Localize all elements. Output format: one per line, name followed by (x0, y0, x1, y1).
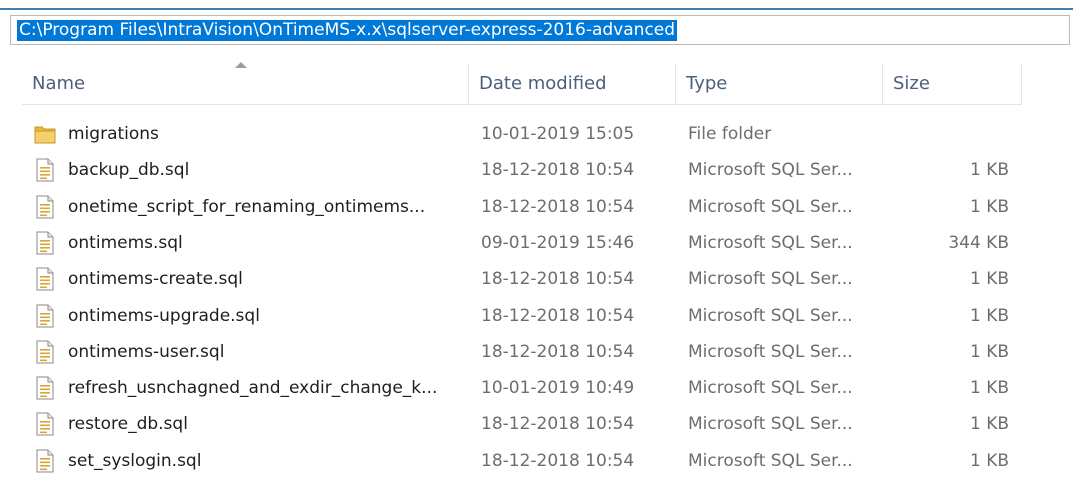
file-row[interactable]: onetime_script_for_renaming_ontimems... 1… (22, 189, 1022, 225)
file-row[interactable]: ontimems.sql 09-01-2019 15:46 Microsoft SQ… (22, 225, 1022, 261)
address-path-text[interactable]: C:\Program Files\IntraVision\OnTimeMS-x.… (17, 20, 678, 41)
column-header-size[interactable]: Size (883, 63, 1022, 104)
file-name-cell[interactable]: refresh_usnchagned_and_exdir_change_k... (34, 370, 474, 406)
file-name: ontimems-create.sql (68, 269, 243, 290)
file-size: 1 KB (969, 378, 1009, 399)
column-header-name[interactable]: Name (22, 63, 469, 104)
column-header-row: Name Date modified Type Size (22, 62, 1022, 105)
file-type: Microsoft SQL Ser... (688, 196, 853, 217)
file-name: ontimems-user.sql (68, 341, 225, 362)
file-name-cell[interactable]: backup_db.sql (34, 152, 474, 188)
file-size: 1 KB (969, 450, 1009, 471)
file-name: migrations (68, 124, 159, 144)
file-date-modified: 18-12-2018 10:54 (481, 305, 635, 326)
column-header-type[interactable]: Type (676, 63, 883, 104)
file-type: Microsoft SQL Ser... (688, 341, 853, 362)
file-size: 1 KB (969, 196, 1009, 217)
column-header-name-label: Name (32, 73, 86, 94)
column-header-type-label: Type (686, 73, 728, 94)
file-type: Microsoft SQL Ser... (688, 232, 853, 253)
file-name: ontimems-upgrade.sql (68, 305, 260, 326)
file-name: restore_db.sql (68, 414, 188, 435)
file-type: Microsoft SQL Ser... (688, 414, 853, 435)
file-name-cell[interactable]: ontimems-create.sql (34, 261, 474, 297)
file-row[interactable]: ontimems-user.sql 18-12-2018 10:54 Microso… (22, 334, 1022, 370)
file-size: 1 KB (969, 305, 1009, 326)
sql-file-icon (34, 267, 56, 291)
address-bar-area: C:\Program Files\IntraVision\OnTimeMS-x.… (0, 0, 1073, 46)
address-bar[interactable]: C:\Program Files\IntraVision\OnTimeMS-x.… (10, 15, 1070, 45)
file-size: 344 KB (948, 232, 1009, 253)
file-row[interactable]: ontimems-upgrade.sql 18-12-2018 10:54 Micr… (22, 298, 1022, 334)
file-name-cell[interactable]: set_syslogin.sql (34, 443, 474, 479)
file-name-cell[interactable]: ontimems-user.sql (34, 334, 474, 370)
file-row[interactable]: backup_db.sql 18-12-2018 10:54 Microsoft S… (22, 152, 1022, 188)
file-row[interactable]: restore_db.sql 18-12-2018 10:54 Microsoft … (22, 406, 1022, 442)
file-row[interactable]: ontimems-create.sql 18-12-2018 10:54 Micro… (22, 261, 1022, 297)
file-date-modified: 18-12-2018 10:54 (481, 160, 635, 181)
file-size: 1 KB (969, 269, 1009, 290)
sql-file-icon (34, 304, 56, 328)
file-name-cell[interactable]: migrations (34, 116, 474, 152)
file-size: 1 KB (969, 341, 1009, 362)
sort-ascending-icon (235, 62, 247, 68)
file-date-modified: 10-01-2019 10:49 (481, 378, 635, 399)
folder-icon (34, 122, 56, 146)
sql-file-icon (34, 449, 56, 473)
file-date-modified: 18-12-2018 10:54 (481, 269, 635, 290)
file-name-cell[interactable]: ontimems.sql (34, 225, 474, 261)
file-type: Microsoft SQL Ser... (688, 305, 853, 326)
file-name: set_syslogin.sql (68, 450, 202, 471)
file-date-modified: 09-01-2019 15:46 (481, 232, 635, 253)
sql-file-icon (34, 231, 56, 255)
address-bar-accent-line (0, 8, 1073, 10)
file-date-modified: 18-12-2018 10:54 (481, 196, 635, 217)
file-row[interactable]: set_syslogin.sql 18-12-2018 10:54 Microsof… (22, 443, 1022, 479)
file-size: 1 KB (969, 160, 1009, 181)
file-name-cell[interactable]: onetime_script_for_renaming_ontimems... (34, 189, 474, 225)
file-size: 1 KB (969, 414, 1009, 435)
file-date-modified: 10-01-2019 15:05 (481, 124, 635, 144)
column-header-size-label: Size (893, 73, 930, 94)
file-date-modified: 18-12-2018 10:54 (481, 414, 635, 435)
column-header-date-label: Date modified (479, 73, 607, 94)
column-header-date[interactable]: Date modified (469, 63, 676, 104)
file-type: Microsoft SQL Ser... (688, 160, 853, 181)
sql-file-icon (34, 158, 56, 182)
sql-file-icon (34, 340, 56, 364)
file-type: File folder (688, 124, 772, 144)
file-type: Microsoft SQL Ser... (688, 378, 853, 399)
file-row[interactable]: migrations 10-01-2019 15:05 File folder (22, 116, 1022, 152)
file-date-modified: 18-12-2018 10:54 (481, 341, 635, 362)
file-type: Microsoft SQL Ser... (688, 269, 853, 290)
sql-file-icon (34, 195, 56, 219)
file-size (895, 116, 1009, 152)
file-type: Microsoft SQL Ser... (688, 450, 853, 471)
sql-file-icon (34, 412, 56, 436)
file-name-cell[interactable]: ontimems-upgrade.sql (34, 298, 474, 334)
file-row[interactable]: refresh_usnchagned_and_exdir_change_k...… (22, 370, 1022, 406)
file-name: backup_db.sql (68, 160, 190, 181)
file-name: refresh_usnchagned_and_exdir_change_k... (68, 378, 438, 399)
file-name: ontimems.sql (68, 232, 183, 253)
file-name-cell[interactable]: restore_db.sql (34, 406, 474, 442)
sql-file-icon (34, 376, 56, 400)
file-date-modified: 18-12-2018 10:54 (481, 450, 635, 471)
file-name: onetime_script_for_renaming_ontimems... (68, 196, 426, 217)
